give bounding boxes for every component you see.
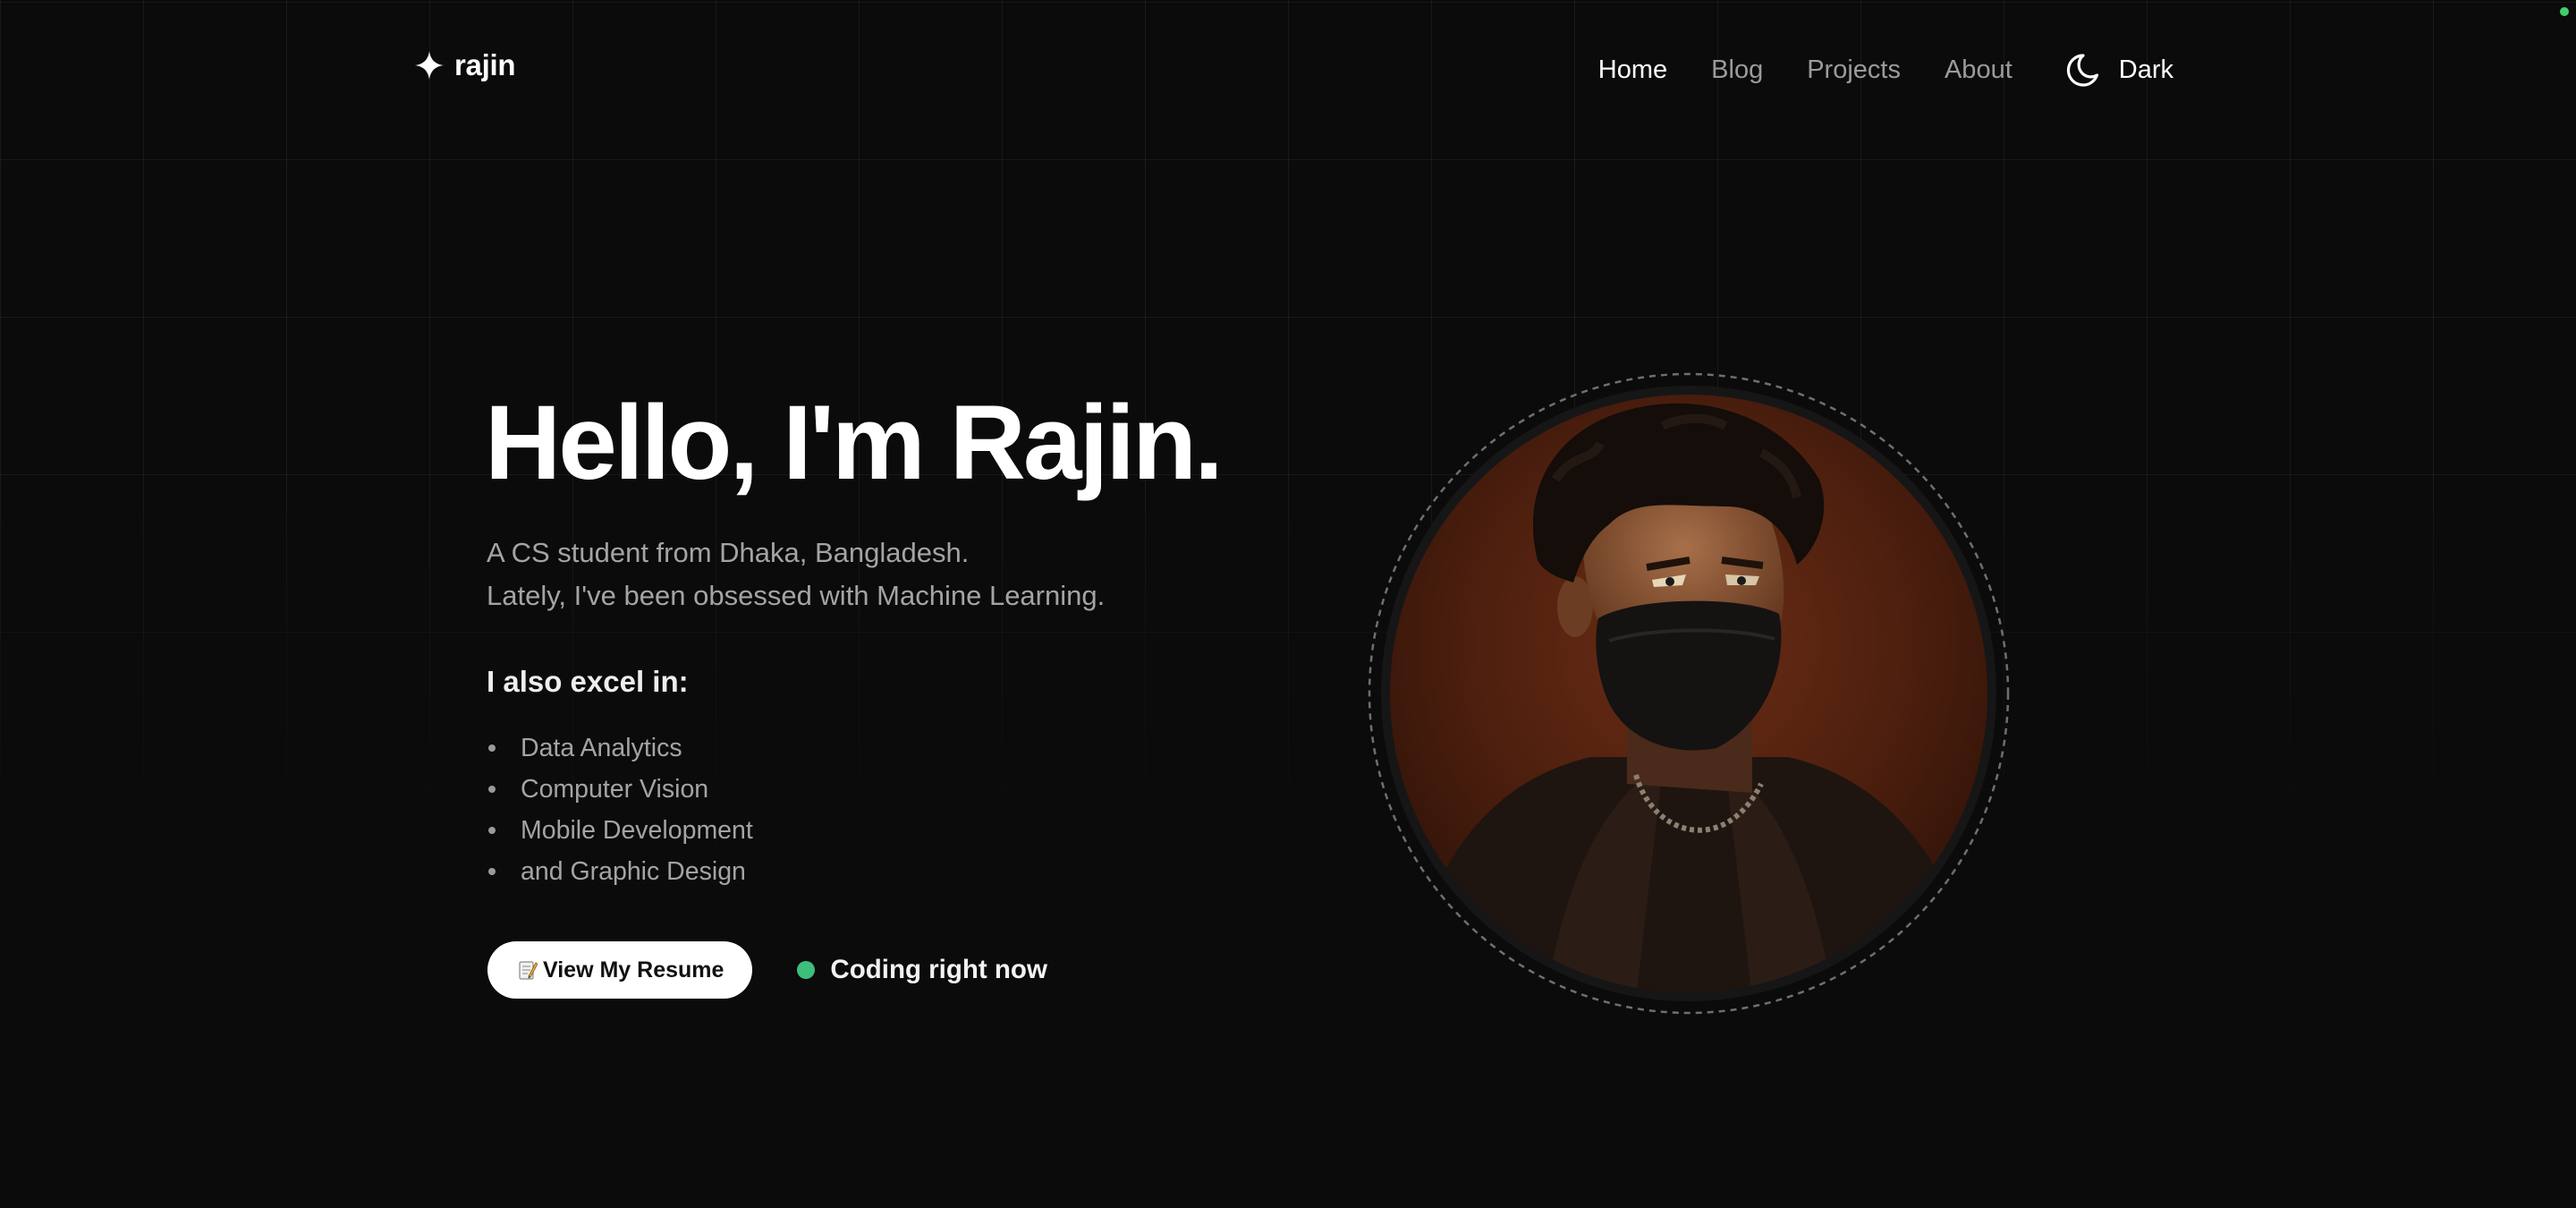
theme-toggle-label: Dark	[2118, 55, 2174, 84]
intro-line: A CS student from Dhaka, Bangladesh.	[487, 537, 970, 568]
theme-toggle-button[interactable]: Dark	[2063, 51, 2174, 89]
memo-icon	[519, 961, 538, 980]
nav-blog[interactable]: Blog	[1711, 51, 1763, 89]
skill-item: and Graphic Design	[487, 851, 753, 892]
nav-home[interactable]: Home	[1598, 51, 1667, 89]
intro-text: A CS student from Dhaka, Bangladesh. Lat…	[487, 532, 1105, 617]
page: rajin Home Blog Projects About Dark Hell…	[0, 0, 2576, 1208]
skill-item: Mobile Development	[487, 810, 753, 851]
view-resume-button[interactable]: View My Resume	[487, 941, 753, 999]
nav-projects[interactable]: Projects	[1807, 51, 1901, 89]
status-indicator: Coding right now	[797, 955, 1047, 985]
brand-link[interactable]: rajin	[413, 48, 516, 82]
corner-indicator	[2560, 7, 2569, 16]
moon-icon	[2066, 54, 2098, 87]
status-dot	[797, 961, 816, 979]
skills-heading: I also excel in:	[487, 665, 689, 698]
sparkle-icon	[415, 51, 444, 80]
main-nav: Home Blog Projects About Dark	[1555, 51, 2174, 89]
avatar	[1368, 372, 2010, 1015]
skills-list: Data Analytics Computer Vision Mobile De…	[487, 727, 753, 892]
nav-about[interactable]: About	[1945, 51, 2012, 89]
intro-line: Lately, I've been obsessed with Machine …	[487, 580, 1106, 611]
grid-background	[0, 0, 2576, 1208]
status-text: Coding right now	[830, 955, 1047, 984]
resume-button-label: View My Resume	[543, 957, 724, 983]
cta-row: View My Resume Coding right now	[487, 941, 1047, 999]
brand-name: rajin	[454, 48, 516, 81]
hero-title: Hello, I'm Rajin.	[485, 384, 1224, 502]
skill-item: Computer Vision	[487, 769, 753, 810]
skill-item: Data Analytics	[487, 727, 753, 769]
